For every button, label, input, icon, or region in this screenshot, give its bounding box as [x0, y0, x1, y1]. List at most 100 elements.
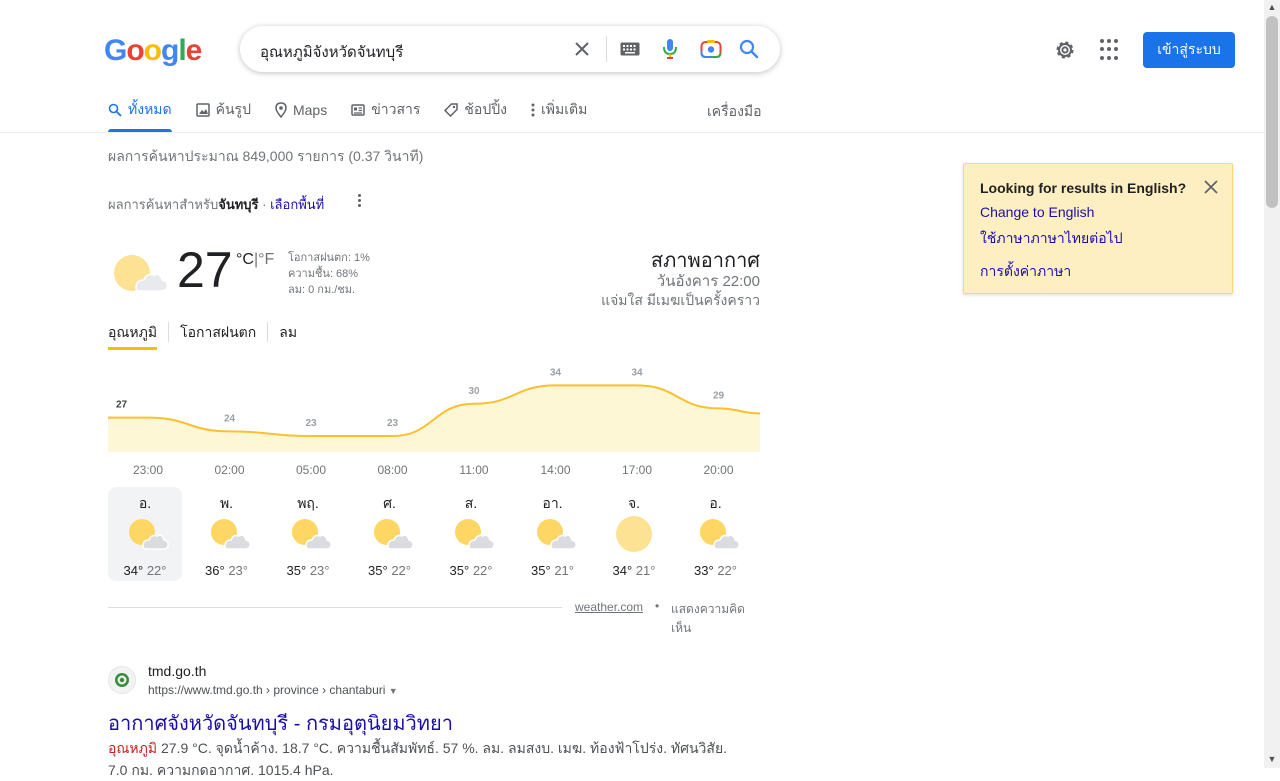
hour-label: 08:00: [377, 463, 408, 477]
celsius-unit[interactable]: °C: [236, 251, 254, 268]
day-name: จ.: [627, 495, 641, 511]
image-icon: [195, 103, 210, 117]
close-icon[interactable]: [1204, 180, 1218, 194]
high-temperature: 35°: [531, 563, 551, 578]
day-forecast[interactable]: พฤ. 35° 23°: [271, 487, 345, 581]
search-icon[interactable]: [737, 37, 761, 61]
microphone-icon[interactable]: [658, 37, 682, 61]
location-more-icon[interactable]: [356, 194, 362, 210]
change-to-english-link[interactable]: Change to English: [980, 204, 1094, 220]
language-settings-link[interactable]: การตั้งค่าภาษา: [980, 261, 1071, 283]
day-forecast[interactable]: ศ. 35° 22°: [353, 487, 427, 581]
clear-icon[interactable]: [570, 37, 594, 61]
low-temperature: 23°: [228, 563, 248, 578]
scroll-up-arrow-icon[interactable]: ▲: [1266, 2, 1278, 14]
language-suggestion-card: Looking for results in English? Change t…: [963, 163, 1233, 294]
day-forecast[interactable]: ส. 35° 22°: [434, 487, 508, 581]
location-separator: ·: [258, 197, 271, 212]
tab-more-vert[interactable]: เพิ่มเติม: [531, 96, 587, 124]
day-temperatures: 34° 22°: [108, 563, 182, 578]
precipitation-text: โอกาสฝนตก: 1%: [288, 252, 370, 264]
tab-search[interactable]: ทั้งหมด: [108, 96, 172, 132]
tab-map-pin[interactable]: Maps: [275, 96, 327, 124]
tab-label: ข่าวสาร: [371, 101, 421, 117]
logo-letter: l: [178, 34, 186, 67]
day-temperatures: 36° 23°: [190, 563, 264, 578]
day-forecast[interactable]: อา. 35° 21°: [516, 487, 590, 581]
temperature-data-label: 23: [387, 418, 399, 429]
feedback-link[interactable]: แสดงความคิดเห็น: [671, 600, 760, 638]
weather-tabs: อุณหภูมิ โอกาสฝนตก ลม: [108, 322, 308, 350]
temperature-chart: 27 24 23 23 30 34 34 29: [108, 368, 760, 452]
day-forecast[interactable]: จ. 34° 21°: [597, 487, 671, 581]
high-temperature: 34°: [612, 563, 633, 578]
day-forecast[interactable]: อ. 34° 22°: [108, 487, 182, 581]
settings-gear-icon[interactable]: [1053, 38, 1077, 62]
camera-lens-icon[interactable]: [699, 37, 723, 61]
footer-dot: •: [655, 599, 660, 613]
partly-cloudy-icon: [284, 515, 332, 553]
tab-image[interactable]: ค้นรูป: [195, 96, 251, 124]
weather-tab[interactable]: อุณหภูมิ: [108, 322, 168, 350]
weather-details: โอกาสฝนตก: 1% ความชื้น: 68% ลม: 0 กม./ชม…: [288, 250, 370, 298]
day-temperatures: 35° 23°: [271, 563, 345, 578]
scroll-down-arrow-icon[interactable]: ▼: [1266, 754, 1278, 766]
low-temperature: 21°: [554, 563, 574, 578]
high-temperature: 35°: [368, 563, 388, 578]
sign-in-button[interactable]: เข้าสู่ระบบ: [1143, 32, 1235, 68]
tab-tag[interactable]: ช้อปปิ้ง: [444, 96, 507, 124]
url-menu-arrow-icon[interactable]: ▼: [389, 686, 398, 696]
high-temperature: 35°: [449, 563, 470, 578]
partly-cloudy-icon: [529, 515, 577, 553]
current-temperature: 27: [177, 242, 233, 298]
fahrenheit-unit[interactable]: °F: [258, 251, 274, 268]
unit-toggle[interactable]: °C|°F: [236, 251, 274, 269]
logo-letter: e: [185, 34, 203, 67]
day-forecast[interactable]: พ. 36° 23°: [190, 487, 264, 581]
weather-tab[interactable]: ลม: [267, 322, 308, 342]
search-input[interactable]: อุณหภูมิจังหวัดจันทบุรี: [260, 40, 403, 64]
language-card-title: Looking for results in English?: [980, 180, 1187, 196]
result-url-text[interactable]: https://www.tmd.go.th › province › chant…: [148, 683, 385, 697]
keyboard-icon[interactable]: [618, 37, 642, 61]
day-name: ศ.: [383, 495, 396, 511]
day-temperatures: 34° 21°: [597, 563, 671, 578]
result-site-name[interactable]: tmd.go.th: [148, 663, 206, 679]
day-temperatures: 35° 22°: [353, 563, 427, 578]
search-box[interactable]: อุณหภูมิจังหวัดจันทบุรี: [240, 26, 780, 72]
partly-cloudy-icon: [203, 515, 251, 553]
choose-area-link[interactable]: เลือกพื้นที่: [270, 197, 324, 212]
result-url[interactable]: https://www.tmd.go.th › province › chant…: [148, 683, 398, 697]
tab-news[interactable]: ข่าวสาร: [351, 96, 420, 124]
weather-tab[interactable]: โอกาสฝนตก: [168, 322, 267, 342]
temperature-data-label: 23: [305, 418, 317, 429]
partly-cloudy-icon: [692, 515, 740, 553]
tmd-favicon-icon: [108, 666, 136, 694]
humidity-text: ความชื้น: 68%: [288, 268, 359, 280]
weather-source-link[interactable]: weather.com: [575, 600, 643, 614]
hour-label: 11:00: [459, 463, 489, 477]
keep-thai-link[interactable]: ใช้ภาษาภาษาไทยต่อไป: [980, 228, 1123, 250]
day-forecast[interactable]: อ. 33° 22°: [679, 487, 753, 581]
day-name: อา.: [542, 495, 563, 511]
high-temperature: 33°: [694, 563, 714, 578]
hour-label: 14:00: [540, 463, 571, 477]
day-name: อ.: [709, 495, 722, 511]
result-snippet: อุณหภูมิ 27.9 °C. จุดน้ำค้าง. 18.7 °C. ค…: [108, 737, 748, 781]
tools-button[interactable]: เครื่องมือ: [707, 101, 762, 123]
temperature-data-label: 24: [224, 413, 236, 424]
tab-label: Maps: [292, 102, 328, 118]
low-temperature: 22°: [146, 563, 167, 578]
logo-letter: o: [126, 34, 144, 67]
google-logo[interactable]: Google: [104, 33, 203, 69]
partly-cloudy-icon: [121, 515, 169, 553]
result-title-link[interactable]: อากาศจังหวัดจันทบุรี - กรมอุตุนิยมวิทยา: [108, 707, 453, 739]
hour-label: 23:00: [132, 463, 164, 477]
more-vert-icon: [531, 103, 535, 117]
apps-grid-icon[interactable]: [1100, 39, 1122, 61]
tab-label: เพิ่มเติม: [540, 101, 588, 117]
logo-letter: G: [104, 34, 127, 67]
news-icon: [351, 104, 365, 116]
scrollbar-thumb[interactable]: [1266, 16, 1278, 208]
day-name: อ.: [138, 495, 152, 511]
